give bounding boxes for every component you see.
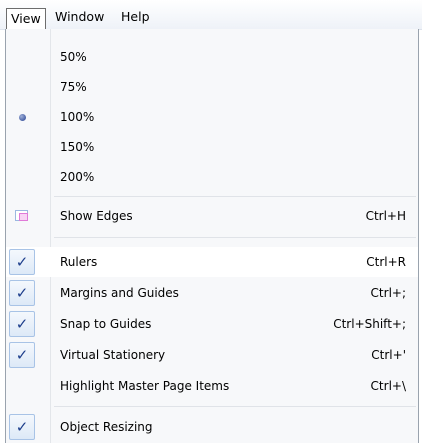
menu-item-zoom-200[interactable]: 200% [6,162,418,192]
menu-item-label: Show Edges [60,209,133,223]
radio-selected-icon [9,104,35,130]
menu-item-object-resizing[interactable]: ✓ Object Resizing [6,412,418,442]
menu-item-label: 50% [60,50,87,64]
menu-item-zoom-150[interactable]: 150% [6,132,418,162]
menu-item-shortcut: Ctrl+' [371,348,406,362]
menu-view[interactable]: View [6,8,46,30]
menu-bar: View Window Help [0,0,422,30]
check-icon: ✓ [9,311,35,337]
menu-item-label: Highlight Master Page Items [60,379,230,393]
menu-separator [54,406,416,407]
menu-item-shortcut: Ctrl+Shift+; [333,317,406,331]
menu-item-label: 200% [60,170,95,184]
menu-item-shortcut: Ctrl+; [370,286,406,300]
menu-item-show-edges[interactable]: Show Edges Ctrl+H [6,201,418,231]
menu-item-label: 150% [60,140,95,154]
menu-item-shortcut: Ctrl+R [366,255,406,269]
menu-item-shortcut: Ctrl+H [365,209,406,223]
check-icon: ✓ [9,249,35,275]
menu-item-highlight-master-page-items[interactable]: Highlight Master Page Items Ctrl+\ [6,371,418,401]
show-edges-icon [9,203,35,229]
menu-item-virtual-stationery[interactable]: ✓ Virtual Stationery Ctrl+' [6,340,418,370]
menu-item-snap-to-guides[interactable]: ✓ Snap to Guides Ctrl+Shift+; [6,309,418,339]
menu-item-margins-and-guides[interactable]: ✓ Margins and Guides Ctrl+; [6,278,418,308]
menu-item-label: 75% [60,80,87,94]
menu-item-shortcut: Ctrl+\ [370,379,406,393]
menu-window[interactable]: Window [51,8,108,26]
check-icon: ✓ [9,280,35,306]
menu-item-label: 100% [60,110,95,124]
menu-item-label: Snap to Guides [60,317,152,331]
menu-item-zoom-50[interactable]: 50% [6,42,418,72]
menu-separator [54,237,416,238]
menu-item-zoom-75[interactable]: 75% [6,72,418,102]
check-icon: ✓ [9,414,35,440]
menu-help[interactable]: Help [117,8,154,26]
menu-item-label: Rulers [60,255,98,269]
check-icon: ✓ [9,342,35,368]
menu-separator [54,196,416,197]
menu-item-zoom-100[interactable]: 100% [6,102,418,132]
view-menu-dropdown: 50% 75% 100% 150% 200% Show Edges Ctrl+H… [5,29,419,443]
menu-item-label: Virtual Stationery [60,348,166,362]
menu-item-label: Margins and Guides [60,286,179,300]
menu-item-rulers[interactable]: ✓ Rulers Ctrl+R [6,247,418,277]
menu-item-label: Object Resizing [60,420,153,434]
